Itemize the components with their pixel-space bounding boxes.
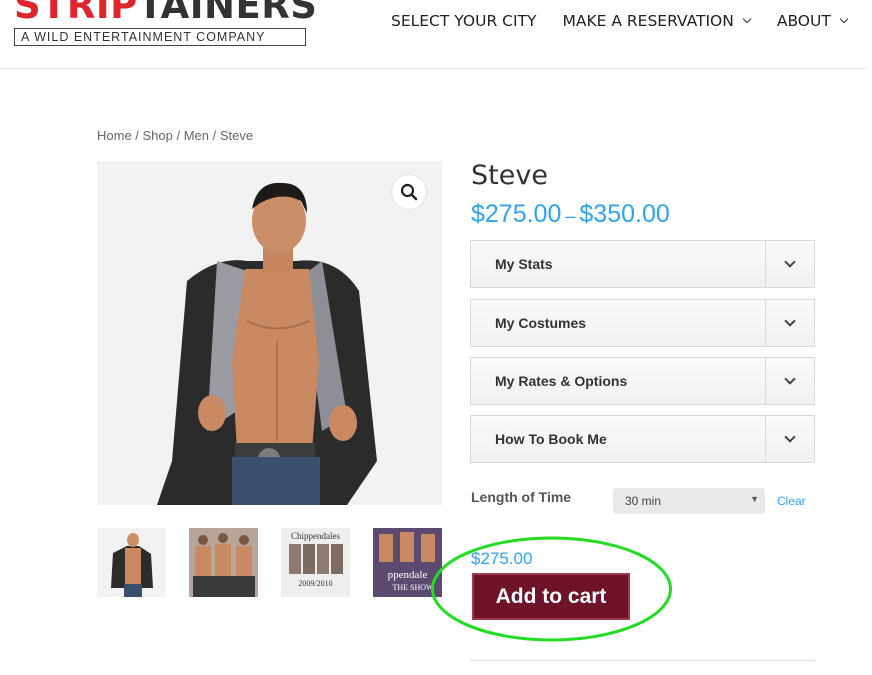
svg-text:ppendale: ppendale <box>388 569 428 581</box>
thumbnail-1[interactable] <box>97 528 166 597</box>
select-arrow-icon: ▼ <box>750 494 759 504</box>
product-title: Steve <box>471 160 548 191</box>
chevron-down-icon <box>784 430 796 443</box>
accordion-my-costumes[interactable]: My Costumes <box>470 299 815 347</box>
accordion-label: My Costumes <box>495 315 587 331</box>
site-header: STRIPTAINERS A WILD ENTERTAINMENT COMPAN… <box>0 0 866 69</box>
nav-select-city[interactable]: SELECT YOUR CITY <box>391 10 536 32</box>
price-max: $350.00 <box>579 200 670 228</box>
site-logo[interactable]: STRIPTAINERS A WILD ENTERTAINMENT COMPAN… <box>14 0 317 46</box>
highlight-ellipse-annotation <box>431 536 672 642</box>
gallery-thumbnails: Chippendales 2009/2010 ppendale THE SHOW <box>97 528 442 597</box>
search-icon <box>400 183 418 201</box>
accordion-how-to-book[interactable]: How To Book Me <box>470 415 815 463</box>
accordion-toggle[interactable] <box>765 241 814 287</box>
logo-wordmark: STRIPTAINERS <box>14 0 318 27</box>
zoom-button[interactable] <box>392 175 426 209</box>
nav-label: SELECT YOUR CITY <box>391 12 537 30</box>
thumbnail-image <box>97 528 166 597</box>
chevron-down-icon <box>742 14 752 24</box>
thumbnail-image <box>189 528 258 597</box>
chevron-down-icon <box>784 314 796 327</box>
nav-label: MAKE A RESERVATION <box>562 12 734 30</box>
divider <box>470 660 815 661</box>
nav-about[interactable]: ABOUT <box>776 10 849 32</box>
chevron-down-icon <box>784 372 796 385</box>
thumbnail-2[interactable] <box>189 528 258 597</box>
accordion-label: How To Book Me <box>495 431 607 447</box>
nav-make-reservation[interactable]: MAKE A RESERVATION <box>562 10 752 32</box>
price-min: $275.00 <box>471 200 562 228</box>
accordion-label: My Rates & Options <box>495 373 628 389</box>
product-photo <box>97 161 442 505</box>
price-range: $275.00– $350.00 <box>471 200 670 229</box>
svg-text:2009/2010: 2009/2010 <box>298 579 332 588</box>
select-value: 30 min <box>625 494 662 508</box>
chevron-down-icon <box>839 14 849 24</box>
accordion-my-rates-options[interactable]: My Rates & Options <box>470 357 815 405</box>
length-of-time-select[interactable]: 30 min ▼ <box>613 488 765 514</box>
accordion-toggle[interactable] <box>765 358 814 404</box>
accordion-toggle[interactable] <box>765 416 814 462</box>
breadcrumb[interactable]: Home / Shop / Men / Steve <box>97 128 253 143</box>
price-separator: – <box>565 206 576 226</box>
accordion-my-stats[interactable]: My Stats <box>470 240 815 288</box>
accordion-toggle[interactable] <box>765 300 814 346</box>
length-of-time-label: Length of Time <box>471 489 572 505</box>
clear-link[interactable]: Clear <box>777 494 806 508</box>
svg-text:Chippendales: Chippendales <box>291 531 340 541</box>
thumbnail-image: Chippendales 2009/2010 <box>281 528 350 597</box>
svg-text:THE SHOW: THE SHOW <box>392 583 434 592</box>
product-main-image[interactable] <box>97 161 442 505</box>
logo-tagline: A WILD ENTERTAINMENT COMPANY <box>14 28 306 46</box>
chevron-down-icon <box>784 255 796 268</box>
nav-label: ABOUT <box>776 12 831 30</box>
main-nav: SELECT YOUR CITY MAKE A RESERVATION ABOU… <box>391 10 849 32</box>
accordion-label: My Stats <box>495 256 553 272</box>
thumbnail-3[interactable]: Chippendales 2009/2010 <box>281 528 350 597</box>
